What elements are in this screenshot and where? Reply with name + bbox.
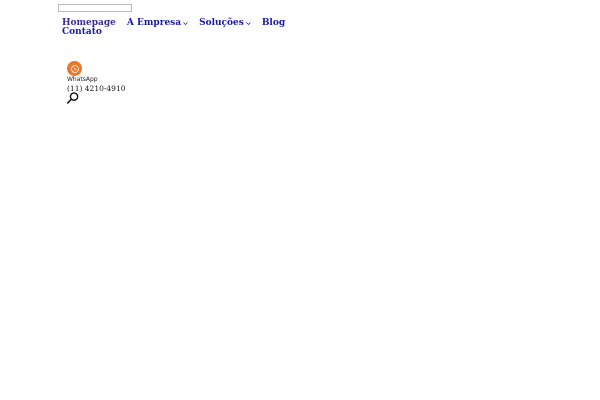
nav-item-a-empresa[interactable]: A Empresa — [127, 19, 188, 28]
whatsapp-badge[interactable] — [67, 61, 82, 76]
nav-item-a-empresa-label: A Empresa — [126, 18, 182, 28]
whatsapp-icon — [70, 64, 79, 73]
main-navigation: Homepage A Empresa Soluções Blog Contato — [62, 19, 285, 37]
nav-item-contato[interactable]: Contato — [62, 28, 102, 37]
chevron-down-icon — [246, 21, 251, 25]
chevron-down-icon — [183, 21, 188, 25]
nav-item-solucoes[interactable]: Soluções — [199, 19, 251, 28]
whatsapp-contact[interactable]: WhatsApp (11) 4210-4910 — [67, 61, 126, 93]
search-icon[interactable] — [66, 91, 80, 105]
top-text-input[interactable] — [58, 4, 132, 12]
nav-row-secondary: Contato — [62, 28, 262, 37]
page: Homepage A Empresa Soluções Blog Contato — [0, 0, 600, 400]
nav-item-solucoes-label: Soluções — [199, 18, 244, 28]
nav-item-blog-label: Blog — [261, 18, 286, 28]
nav-item-blog[interactable]: Blog — [262, 19, 285, 28]
nav-item-contato-label: Contato — [62, 27, 102, 37]
whatsapp-label: WhatsApp — [67, 76, 98, 83]
